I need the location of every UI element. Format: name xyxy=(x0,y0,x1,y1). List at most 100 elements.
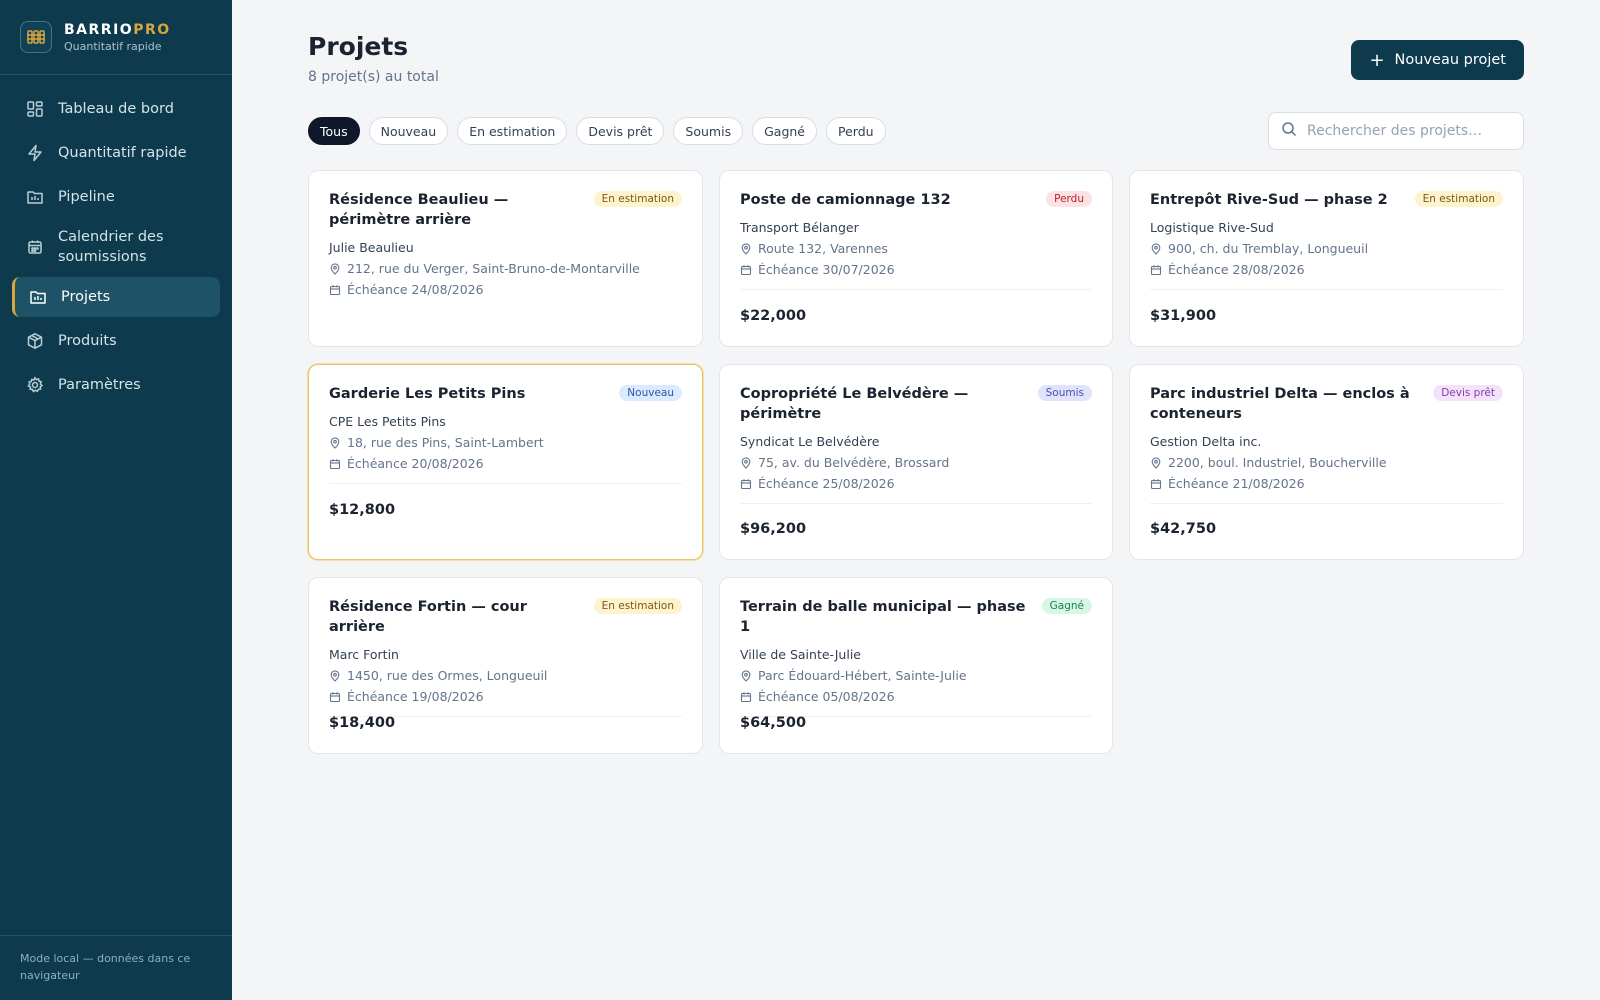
brand[interactable]: BARRIOPRO Quantitatif rapide xyxy=(0,0,232,75)
status-badge: Devis prêt xyxy=(1433,385,1503,401)
sidebar-item-quantitatif-rapide[interactable]: Quantitatif rapide xyxy=(12,133,220,173)
project-title: Garderie Les Petits Pins xyxy=(329,386,526,402)
sidebar-item-label: Paramètres xyxy=(58,377,141,393)
location-pin-icon xyxy=(740,242,752,255)
project-card[interactable]: Résidence Fortin — cour arrière En estim… xyxy=(308,577,703,754)
sidebar-item-tableau-de-bord[interactable]: Tableau de bord xyxy=(12,89,220,129)
calendar-icon xyxy=(740,691,752,703)
status-badge: En estimation xyxy=(593,598,682,614)
location-pin-icon xyxy=(329,262,341,275)
logo-icon xyxy=(20,21,52,53)
project-card[interactable]: Entrepôt Rive-Sud — phase 2 En estimatio… xyxy=(1129,170,1524,347)
project-due-date: Échéance 21/08/2026 xyxy=(1150,476,1503,491)
sidebar-item-pipeline[interactable]: Pipeline xyxy=(12,177,220,217)
project-card[interactable]: Parc industriel Delta — enclos à contene… xyxy=(1129,364,1524,560)
project-title: Parc industriel Delta — enclos à contene… xyxy=(1150,386,1410,422)
search-box[interactable] xyxy=(1268,112,1524,150)
project-card[interactable]: Poste de camionnage 132 Perdu Transport … xyxy=(719,170,1113,347)
sidebar-item-parametres[interactable]: Paramètres xyxy=(12,365,220,405)
project-address: Parc Édouard-Hébert, Sainte-Julie xyxy=(740,668,1092,683)
status-badge: En estimation xyxy=(1414,191,1503,207)
location-pin-icon xyxy=(1150,456,1162,469)
sidebar-nav: Tableau de bord Quantitatif rapide Pipel… xyxy=(0,75,232,405)
project-title: Entrepôt Rive-Sud — phase 2 xyxy=(1150,192,1388,208)
sidebar-item-label: Tableau de bord xyxy=(58,101,174,117)
project-address: 1450, rue des Ormes, Longueuil xyxy=(329,668,682,683)
gear-icon xyxy=(26,376,44,394)
project-amount: $31,900 xyxy=(1150,308,1217,324)
card-divider xyxy=(1150,503,1503,504)
project-card[interactable]: Garderie Les Petits Pins Nouveau CPE Les… xyxy=(308,364,703,560)
projects-folder-icon xyxy=(29,288,47,306)
pipeline-folder-icon xyxy=(26,188,44,206)
filter-devis-pret[interactable]: Devis prêt xyxy=(576,117,665,145)
filter-nouveau[interactable]: Nouveau xyxy=(368,117,449,145)
project-card[interactable]: Résidence Beaulieu — périmètre arrière E… xyxy=(308,170,703,347)
status-badge: En estimation xyxy=(593,191,682,207)
project-count: 8 projet(s) au total xyxy=(308,69,439,85)
project-due-date: Échéance 24/08/2026 xyxy=(329,282,682,297)
box-icon xyxy=(26,332,44,350)
status-badge: Perdu xyxy=(1046,191,1092,207)
project-client: Transport Bélanger xyxy=(740,220,859,235)
project-title: Terrain de balle municipal — phase 1 xyxy=(740,599,1026,635)
filter-gagne[interactable]: Gagné xyxy=(752,117,817,145)
project-address: 2200, boul. Industriel, Boucherville xyxy=(1150,455,1503,470)
status-badge: Gagné xyxy=(1041,598,1092,614)
card-divider xyxy=(1150,289,1503,290)
filter-perdu[interactable]: Perdu xyxy=(826,117,886,145)
project-amount: $22,000 xyxy=(740,308,807,324)
sidebar-footer: Mode local — données dans ce navigateur xyxy=(0,935,232,1000)
calendar-icon xyxy=(740,264,752,276)
page-title: Projets xyxy=(308,32,409,61)
project-due-date: Échéance 30/07/2026 xyxy=(740,262,1092,277)
project-card[interactable]: Terrain de balle municipal — phase 1 Gag… xyxy=(719,577,1113,754)
project-title: Résidence Beaulieu — périmètre arrière xyxy=(329,192,509,228)
calendar-icon xyxy=(329,458,341,470)
project-client: Syndicat Le Belvédère xyxy=(740,434,880,449)
sidebar-item-label: Pipeline xyxy=(58,189,115,205)
filter-tous[interactable]: Tous xyxy=(308,117,360,145)
filter-soumis[interactable]: Soumis xyxy=(673,117,744,145)
project-amount: $12,800 xyxy=(329,502,396,518)
search-icon xyxy=(1281,121,1297,141)
sidebar-item-calendrier[interactable]: Calendrier des soumissions xyxy=(12,221,220,273)
project-due-date: Échéance 28/08/2026 xyxy=(1150,262,1503,277)
new-project-label: Nouveau projet xyxy=(1394,52,1506,68)
brand-name: BARRIOPRO xyxy=(64,21,171,38)
search-input[interactable] xyxy=(1307,123,1517,139)
project-title: Copropriété Le Belvédère — périmètre xyxy=(740,386,969,422)
project-client: Marc Fortin xyxy=(329,647,399,662)
status-filters: Tous Nouveau En estimation Devis prêt So… xyxy=(308,117,886,145)
project-client: Ville de Sainte-Julie xyxy=(740,647,861,662)
card-divider xyxy=(740,503,1092,504)
project-due-date: Échéance 20/08/2026 xyxy=(329,456,682,471)
new-project-button[interactable]: + Nouveau projet xyxy=(1351,40,1524,80)
project-due-date: Échéance 19/08/2026 xyxy=(329,689,682,704)
sidebar-item-label: Quantitatif rapide xyxy=(58,145,187,161)
sidebar-item-label: Produits xyxy=(58,333,117,349)
sidebar-item-label: Projets xyxy=(61,289,111,305)
filter-en-estimation[interactable]: En estimation xyxy=(457,117,568,145)
calendar-icon xyxy=(1150,478,1162,490)
lightning-icon xyxy=(26,144,44,162)
brand-tagline: Quantitatif rapide xyxy=(64,39,162,53)
location-pin-icon xyxy=(329,436,341,449)
project-client: Julie Beaulieu xyxy=(329,240,414,255)
project-amount: $64,500 xyxy=(740,715,807,731)
sidebar-item-projets[interactable]: Projets xyxy=(12,277,220,317)
project-card[interactable]: Copropriété Le Belvédère — périmètre Sou… xyxy=(719,364,1113,560)
location-pin-icon xyxy=(740,456,752,469)
location-pin-icon xyxy=(740,669,752,682)
project-client: Logistique Rive-Sud xyxy=(1150,220,1274,235)
sidebar-item-produits[interactable]: Produits xyxy=(12,321,220,361)
calendar-icon xyxy=(329,691,341,703)
project-address: 75, av. du Belvédère, Brossard xyxy=(740,455,1092,470)
calendar-icon xyxy=(1150,264,1162,276)
project-client: Gestion Delta inc. xyxy=(1150,434,1262,449)
project-address: Route 132, Varennes xyxy=(740,241,1092,256)
status-badge: Nouveau xyxy=(619,385,682,401)
plus-icon: + xyxy=(1369,49,1385,71)
project-amount: $96,200 xyxy=(740,521,807,537)
location-pin-icon xyxy=(329,669,341,682)
